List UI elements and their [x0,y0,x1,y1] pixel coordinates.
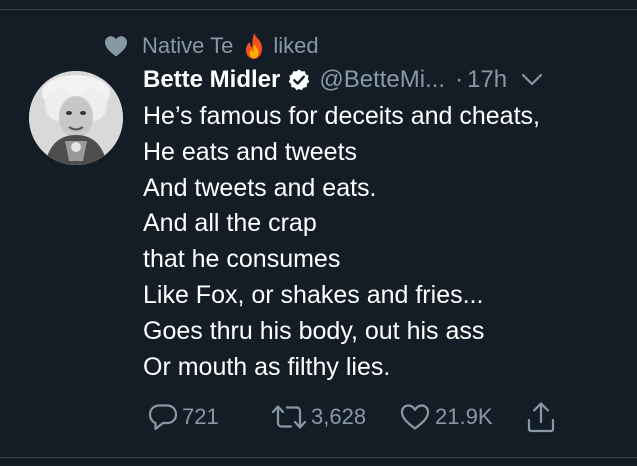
tweet-line: Or mouth as filthy lies. [143,352,391,381]
like-icon [400,404,430,430]
share-button[interactable] [525,400,557,434]
social-context: Native Te liked [104,32,319,60]
tweet-line: that he consumes [143,245,341,274]
separator-dot: · [455,66,464,93]
like-button[interactable]: 21.9K [399,400,493,434]
retweet-button[interactable]: 3,628 [269,400,366,434]
tweet-header: Bette Midler @BetteMi... · 17h [143,63,543,97]
reply-button[interactable]: 721 [148,400,219,434]
heart-icon [105,36,127,57]
tweet-timestamp[interactable]: 17h [467,66,507,94]
social-context-action: liked [273,33,319,58]
retweet-icon [271,405,307,429]
share-icon [527,402,555,433]
avatar-photo [29,71,123,165]
chevron-down-icon[interactable] [521,73,543,87]
tweet-line: He’s famous for deceits and cheats, [143,102,540,130]
reply-icon [148,404,178,431]
tweet-line: And all the crap [143,209,317,238]
fire-icon [246,33,263,59]
tweet-line: He eats and tweets [143,137,358,166]
retweet-count: 3,628 [311,404,367,429]
tweet-line: Like Fox, or shakes and fries... [143,280,484,309]
tweet-text: He’s famous for deceits and cheats, He e… [143,99,623,385]
avatar[interactable] [29,71,123,165]
tweet-line: Goes thru his body, out his ass [143,316,485,345]
bottom-divider [0,457,637,458]
reply-count: 721 [182,404,219,429]
liker-name[interactable]: Native Te [142,33,233,59]
like-count: 21.9K [435,404,493,429]
user-handle[interactable]: @BetteMi... [319,66,445,94]
display-name[interactable]: Bette Midler [143,66,280,94]
tweet-actions: 721 3,628 21.9K [148,400,618,434]
verified-badge-icon [289,69,310,91]
tweet-line: And tweets and eats. [143,173,377,202]
tweet-card[interactable]: Native Te liked Bette Midler @BetteMi...… [0,0,637,466]
top-divider [0,9,637,10]
